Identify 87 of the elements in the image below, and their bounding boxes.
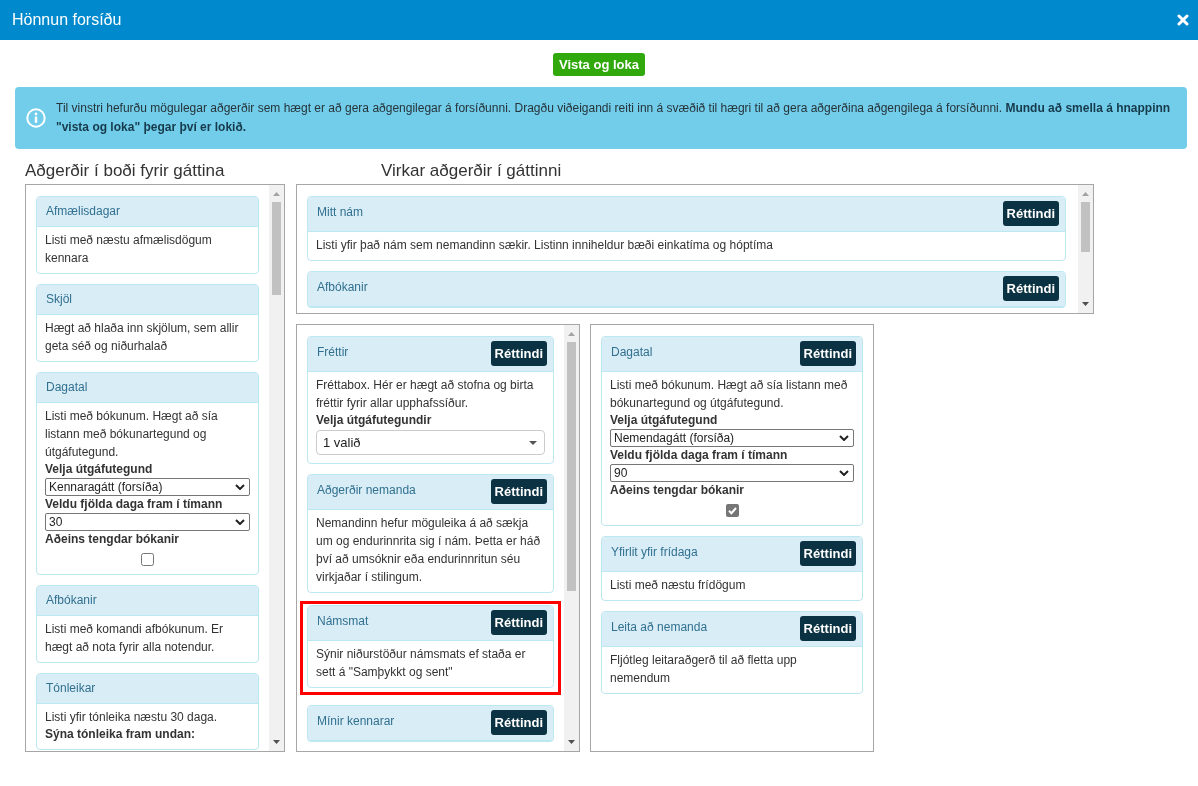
card-description: Hægt að hlaða inn skjölum, sem allir geta séð og niðurhalað <box>45 320 240 355</box>
info-text: Til vinstri hefurðu mögulegar aðgerðir sem hægt er að gera aðgengilegar á forsíðunni. Dragðu viðeigandi reiti inn á svæðið til hægri til að gera aðgerðina aðgengilega á forsíðunni. Mundu að smella á hnappinn "vista og loka" þegar því er lokið. <box>56 100 1172 136</box>
field-label: Aðeins tengdar bókanir <box>45 531 181 548</box>
select-field[interactable]: 90 <box>610 464 854 482</box>
widget-card[interactable]: Afbókanir Réttindi <box>307 271 1066 308</box>
card-description: Listi með komandi afbókunum. Er hægt að nota fyrir alla notendur. <box>45 621 225 656</box>
rights-button[interactable]: Réttindi <box>490 341 547 366</box>
rights-button[interactable]: Réttindi <box>1002 201 1059 226</box>
rights-button[interactable]: Réttindi <box>799 541 856 566</box>
widget-card[interactable]: Afmælisdagar Listi með næstu afmælisdögum kennara <box>36 196 259 274</box>
card-description: Listi yfir það nám sem nemandinn sækir. Listinn inniheldur bæði einkatíma og hóptíma <box>316 237 774 254</box>
field-label: Sýna tónleika fram undan: <box>45 726 197 743</box>
window-title: Hönnun forsíðu <box>12 11 122 29</box>
scroll-down-icon[interactable] <box>568 740 575 744</box>
widget-card[interactable]: Mínir kennarar Réttindi <box>307 705 554 742</box>
field-label: Velja útgáfutegundir <box>316 412 433 429</box>
scrollbar-thumb[interactable] <box>567 342 576 591</box>
card-description: Sýnir niðurstöður námsmats ef staða er sett á "Samþykkt og sent" <box>316 646 527 681</box>
chevron-icon <box>839 470 849 476</box>
card-title: Yfirlit yfir frídaga <box>611 544 698 561</box>
card-title: Aðgerðir nemanda <box>317 482 416 499</box>
chevron-icon <box>839 435 849 441</box>
widget-card[interactable]: Dagatal Listi með bókunum. Hægt að sía listann með bókunartegund og útgáfutegund. Velja útgáfutegund Kennaragátt (forsíða) Veldu fjölda daga fram í tímann 30 Aðeins tengdar bókanir <box>36 372 259 575</box>
card-description: Listi með bókunum. Hægt að sía listann með bókunartegund og útgáfutegund. <box>610 377 849 412</box>
scrollbar-thumb[interactable] <box>272 202 281 295</box>
card-title: Mitt nám <box>317 204 363 221</box>
card-title: Afmælisdagar <box>46 203 121 220</box>
select-field[interactable]: Kennaragátt (forsíða) <box>45 478 250 496</box>
section-heading: Virkar aðgerðir í gáttinni <box>380 160 563 182</box>
field-label: Veldu fjölda daga fram í tímann <box>610 447 789 464</box>
card-title: Skjöl <box>46 291 72 308</box>
field-label: Velja útgáfutegund <box>610 412 719 429</box>
widget-card[interactable]: Yfirlit yfir frídaga Réttindi Listi með næstu frídögum <box>601 536 863 601</box>
multiselect-field[interactable]: 1 valið <box>316 430 545 455</box>
rights-button[interactable]: Réttindi <box>490 479 547 504</box>
rights-button[interactable]: Réttindi <box>490 710 547 735</box>
rights-button[interactable]: Réttindi <box>490 610 547 635</box>
card-description: Nemandinn hefur möguleika á að sækja um og endurinnrita sig í nám. Þetta er háð því að umsóknir eða endurinnritun séu virkjaðar í stilingum. <box>316 515 542 586</box>
widget-card[interactable]: Tónleikar Listi yfir tónleika næstu 30 daga. Sýna tónleika fram undan: <box>36 673 259 750</box>
scroll-up-icon[interactable] <box>568 332 575 336</box>
widget-card[interactable]: Skjöl Hægt að hlaða inn skjölum, sem allir geta séð og niðurhalað <box>36 284 259 362</box>
card-title: Tónleikar <box>46 680 96 697</box>
select-field[interactable]: Nemendagátt (forsíða) <box>610 429 854 447</box>
scrollbar[interactable] <box>564 325 579 751</box>
field-label: Veldu fjölda daga fram í tímann <box>45 496 224 513</box>
card-title: Afbókanir <box>317 279 368 296</box>
card-title: Námsmat <box>317 613 369 630</box>
chevron-icon <box>235 519 245 525</box>
widget-card[interactable]: Fréttir Réttindi Fréttabox. Hér er hægt að stofna og birta fréttir fyrir allar upphafssíður. Velja útgáfutegundir 1 valið <box>307 336 554 464</box>
field-label: Aðeins tengdar bókanir <box>610 482 746 499</box>
field-label: Velja útgáfutegund <box>45 461 154 478</box>
widget-card[interactable]: Mitt nám Réttindi Listi yfir það nám sem nemandinn sækir. Listinn inniheldur bæði einkatíma og hóptíma <box>307 196 1066 261</box>
widget-card[interactable]: Leita að nemanda Réttindi Fljótleg leitaraðgerð til að fletta upp nemendum <box>601 611 863 694</box>
scroll-up-icon[interactable] <box>1082 192 1089 196</box>
card-title: Fréttir <box>317 344 349 361</box>
card-description: Fréttabox. Hér er hægt að stofna og birta fréttir fyrir allar upphafssíður. <box>316 377 535 412</box>
rights-button[interactable]: Réttindi <box>799 341 856 366</box>
widget-card[interactable]: Aðgerðir nemanda Réttindi Nemandinn hefur möguleika á að sækja um og endurinnrita sig í nám. Þetta er háð því að umsóknir eða endurinnritun séu virkjaðar í stilingum. <box>307 474 554 593</box>
card-description: Listi með bókunum. Hægt að sía listann með bókunartegund og útgáfutegund. <box>45 408 219 461</box>
widget-card[interactable]: Námsmat Réttindi Sýnir niðurstöður námsmats ef staða er sett á "Samþykkt og sent" <box>307 605 554 688</box>
card-description: Listi með næstu frídögum <box>610 577 747 594</box>
card-title: Dagatal <box>611 344 653 361</box>
card-title: Dagatal <box>46 379 88 396</box>
widget-card[interactable]: Dagatal Réttindi Listi með bókunum. Hægt að sía listann með bókunartegund og útgáfutegund. Velja útgáfutegund Nemendagátt (forsíða) Veldu fjölda daga fram í tímann 90 Aðeins tengdar bókanir <box>601 336 863 526</box>
checkbox[interactable] <box>141 553 154 566</box>
chevron-icon <box>235 484 245 490</box>
checkbox[interactable] <box>725 504 739 517</box>
scrollbar-thumb[interactable] <box>1081 202 1090 252</box>
info-icon <box>26 108 46 128</box>
select-field[interactable]: 30 <box>45 513 250 531</box>
card-description: Fljótleg leitaraðgerð til að fletta upp nemendum <box>610 652 798 687</box>
card-description: Listi með næstu afmælisdögum kennara <box>45 232 213 267</box>
scroll-up-icon[interactable] <box>273 192 280 196</box>
scrollbar[interactable] <box>1078 185 1093 313</box>
card-title: Mínir kennarar <box>317 713 395 730</box>
close-icon[interactable] <box>1177 14 1189 26</box>
scroll-down-icon[interactable] <box>273 740 280 744</box>
widget-card[interactable]: Afbókanir Listi með komandi afbókunum. Er hægt að nota fyrir alla notendur. <box>36 585 259 663</box>
rights-button[interactable]: Réttindi <box>799 616 856 641</box>
rights-button[interactable]: Réttindi <box>1002 276 1059 301</box>
card-title: Leita að nemanda <box>611 619 708 636</box>
section-heading: Aðgerðir í boði fyrir gáttina <box>25 160 226 182</box>
caret-icon <box>529 440 537 445</box>
card-description: Listi yfir tónleika næstu 30 daga. <box>45 709 219 726</box>
scrollbar[interactable] <box>269 185 284 751</box>
scroll-down-icon[interactable] <box>1082 302 1089 306</box>
card-title: Afbókanir <box>46 592 97 609</box>
